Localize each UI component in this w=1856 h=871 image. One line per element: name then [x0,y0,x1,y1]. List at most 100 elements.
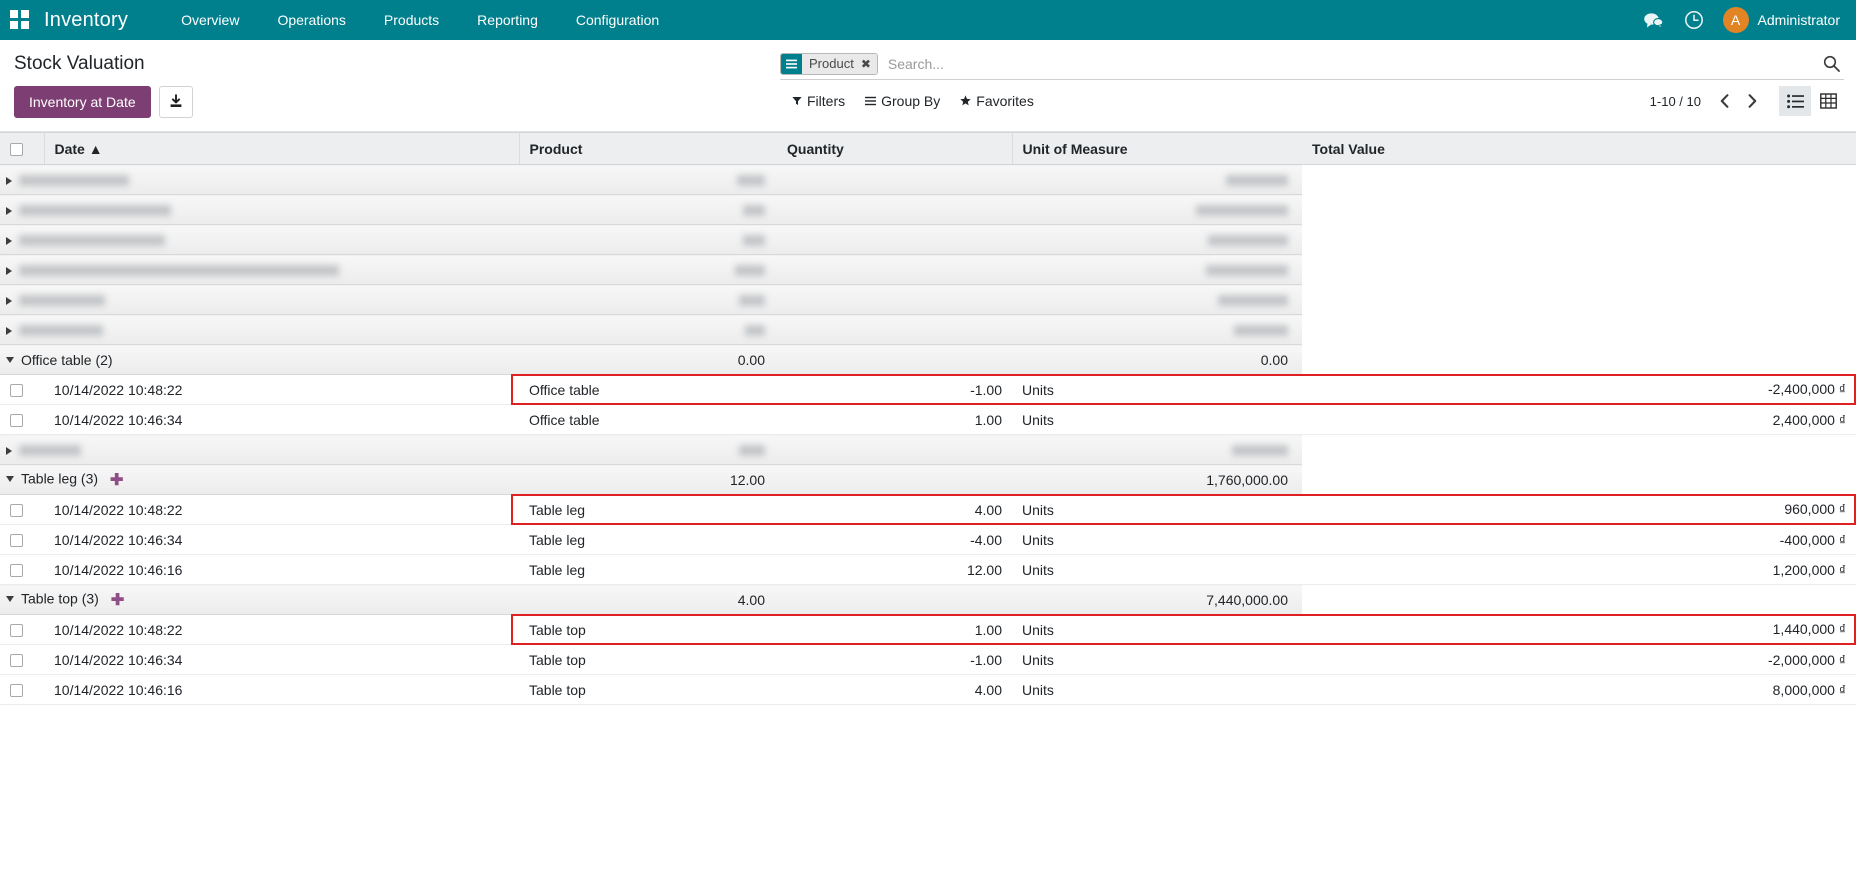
column-header-date[interactable]: Date ▲ [44,133,519,165]
group-row-label-cell[interactable] [0,315,519,345]
caret-down-icon[interactable] [6,476,14,482]
column-header-unit-of-measure[interactable]: Unit of Measure [1012,133,1302,165]
table-header-row: Date ▲ Product Quantity Unit of Measure … [0,133,1856,165]
apps-grid-icon[interactable] [10,10,30,30]
row-checkbox[interactable] [10,384,23,397]
row-checkbox[interactable] [10,564,23,577]
caret-down-icon[interactable] [6,357,14,363]
search-icon[interactable] [1813,55,1844,72]
download-icon[interactable] [159,86,193,118]
row-checkbox[interactable] [10,684,23,697]
table-row[interactable]: 10/14/2022 10:46:16Table top4.00Units8,0… [0,675,1856,705]
group-row-label-cell[interactable]: Office table (2) [0,345,519,375]
group-row-label: Table top (3) [21,590,99,606]
caret-right-icon[interactable] [6,177,12,185]
select-all-header [0,133,44,165]
group-row[interactable]: Table leg (3)✚12.001,760,000.00 [0,465,1856,495]
group-row[interactable]: Office table (2)0.000.00 [0,345,1856,375]
group-row[interactable]: Table top (3)✚4.007,440,000.00 [0,585,1856,615]
chevron-right-icon[interactable] [1739,88,1765,114]
caret-right-icon[interactable] [6,447,12,455]
redacted-text [1208,235,1288,246]
column-header-product[interactable]: Product [519,133,777,165]
menu-item-configuration[interactable]: Configuration [557,0,678,40]
search-input[interactable] [882,54,1813,74]
favorites-dropdown[interactable]: Favorites [950,89,1044,113]
cell-total-value: -2,000,000 ₫ [1302,645,1856,675]
control-panel-right: Product ✖ Filters [780,40,1856,116]
caret-right-icon[interactable] [6,297,12,305]
user-menu[interactable]: A Administrator [1723,7,1840,33]
redacted-text [19,325,103,336]
select-all-checkbox[interactable] [10,143,23,156]
group-row-redacted[interactable] [0,285,1856,315]
redacted-text [19,295,105,306]
cell-date: 10/14/2022 10:48:22 [44,495,519,525]
table-row[interactable]: 10/14/2022 10:46:34Table leg-4.00Units-4… [0,525,1856,555]
add-record-icon[interactable]: ✚ [110,472,123,489]
caret-right-icon[interactable] [6,327,12,335]
menu-item-reporting[interactable]: Reporting [458,0,557,40]
group-total-value-cell [1012,435,1302,465]
main-menu: Overview Operations Products Reporting C… [162,0,678,40]
table-row[interactable]: 10/14/2022 10:46:16Table leg12.00Units1,… [0,555,1856,585]
caret-down-icon[interactable] [6,596,14,602]
group-row-redacted[interactable] [0,255,1856,285]
cell-quantity: 1.00 [777,615,1012,645]
row-checkbox[interactable] [10,504,23,517]
group-row-label-cell[interactable]: Table top (3) ✚ [0,585,519,615]
chat-bubble-icon[interactable] [1643,9,1665,31]
group-total-value-cell: 7,440,000.00 [1012,585,1302,615]
group-by-dropdown[interactable]: Group By [855,89,950,113]
group-row-label-cell[interactable] [0,255,519,285]
group-row-label-cell[interactable] [0,165,519,195]
group-total-value-cell [1012,195,1302,225]
close-icon[interactable]: ✖ [859,54,877,74]
table-row[interactable]: 10/14/2022 10:46:34Office table1.00Units… [0,405,1856,435]
clock-icon[interactable] [1683,9,1705,31]
group-row-label-cell[interactable]: Table leg (3) ✚ [0,465,519,495]
group-row-label-cell[interactable] [0,435,519,465]
table-row[interactable]: 10/14/2022 10:46:34Table top-1.00Units-2… [0,645,1856,675]
redacted-text [19,235,165,246]
column-header-quantity[interactable]: Quantity [777,133,1012,165]
cell-quantity: 4.00 [777,675,1012,705]
group-row-redacted[interactable] [0,435,1856,465]
add-record-icon[interactable]: ✚ [111,592,124,609]
row-checkbox[interactable] [10,654,23,667]
group-row-label-cell[interactable] [0,225,519,255]
menu-item-overview[interactable]: Overview [162,0,258,40]
inventory-at-date-button[interactable]: Inventory at Date [14,86,151,118]
row-checkbox[interactable] [10,624,23,637]
chevron-left-icon[interactable] [1711,88,1737,114]
user-name: Administrator [1758,12,1840,28]
funnel-icon [792,93,802,109]
app-brand-inventory[interactable]: Inventory [44,9,128,32]
table-row[interactable]: 10/14/2022 10:48:22Table leg4.00Units960… [0,495,1856,525]
row-checkbox[interactable] [10,414,23,427]
menu-item-operations[interactable]: Operations [258,0,364,40]
group-row-label-cell[interactable] [0,285,519,315]
row-checkbox[interactable] [10,534,23,547]
group-row-label: Table leg (3) [21,470,98,486]
group-row-redacted[interactable] [0,195,1856,225]
caret-right-icon[interactable] [6,207,12,215]
table-row[interactable]: 10/14/2022 10:48:22Table top1.00Units1,4… [0,615,1856,645]
group-row-redacted[interactable] [0,225,1856,255]
table-row[interactable]: 10/14/2022 10:48:22Office table-1.00Unit… [0,375,1856,405]
caret-right-icon[interactable] [6,267,12,275]
search-facet-product[interactable]: Product ✖ [780,53,878,75]
group-uom-cell [777,225,1012,255]
list-icon[interactable] [1779,86,1811,116]
caret-right-icon[interactable] [6,237,12,245]
menu-item-products[interactable]: Products [365,0,458,40]
group-quantity-cell [519,315,777,345]
filters-dropdown[interactable]: Filters [782,89,855,113]
group-row-redacted[interactable] [0,165,1856,195]
redacted-text [19,265,339,276]
group-row-redacted[interactable] [0,315,1856,345]
grid-icon[interactable] [1812,86,1844,116]
group-row-label-cell[interactable] [0,195,519,225]
column-header-total-value[interactable]: Total Value [1302,133,1856,165]
cell-product: Table top [519,645,777,675]
